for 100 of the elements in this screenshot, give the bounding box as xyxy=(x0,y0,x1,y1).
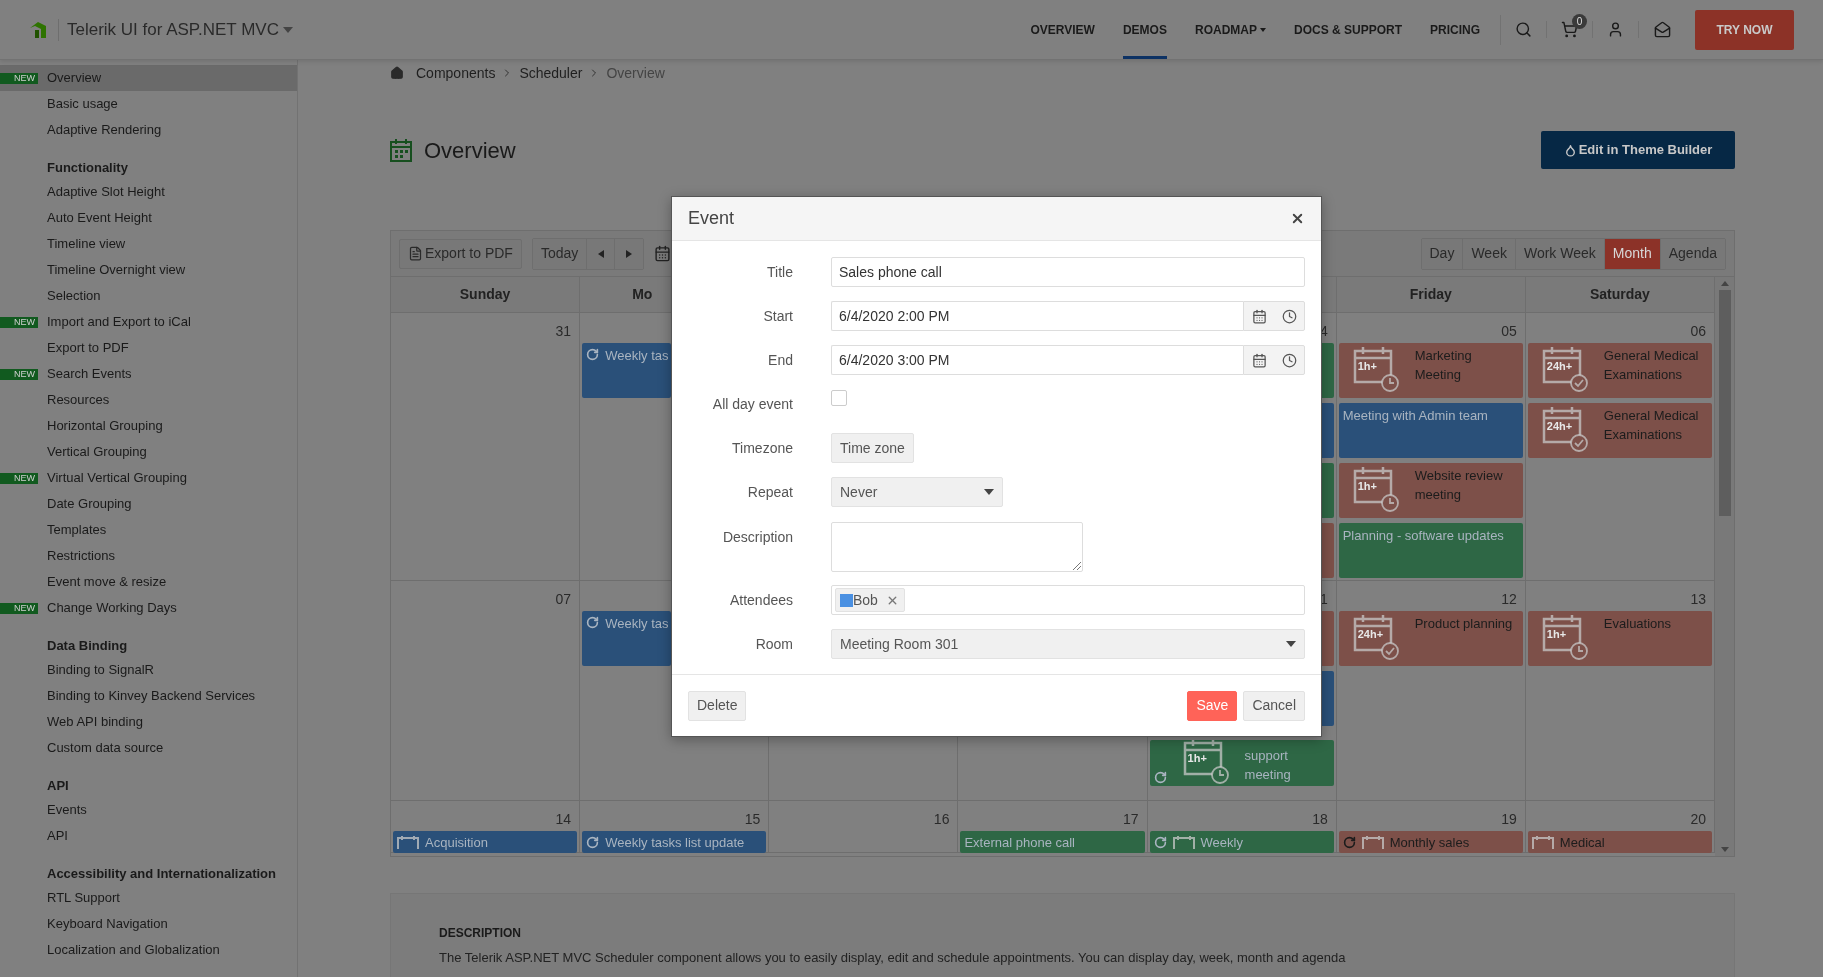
event-block[interactable]: Weekly tas xyxy=(582,611,672,666)
sidebar-item[interactable]: Selection xyxy=(0,283,297,309)
close-icon[interactable] xyxy=(1290,211,1305,226)
datetime-field[interactable]: 6/4/2020 3:00 PM xyxy=(831,345,1243,375)
sidebar-item[interactable]: Adaptive Rendering xyxy=(0,117,297,143)
cancel-button[interactable]: Cancel xyxy=(1243,690,1305,721)
event-block[interactable]: 1h+ support meeting xyxy=(1149,740,1334,786)
checkbox[interactable] xyxy=(831,390,847,406)
sidebar-item[interactable]: Vertical Grouping xyxy=(0,439,297,465)
event-block[interactable]: 1h+ Marketing Meeting xyxy=(1338,343,1523,398)
view-tab[interactable]: Month xyxy=(1604,238,1661,269)
sidebar-item[interactable]: Basic usage xyxy=(0,91,297,117)
nav-link[interactable]: DEMOS xyxy=(1122,0,1167,59)
sidebar-item[interactable]: Events xyxy=(0,797,297,823)
title-field[interactable]: Sales phone call xyxy=(831,257,1305,287)
delete-button[interactable]: Delete xyxy=(688,690,747,721)
sidebar-item[interactable]: Binding to SignalR xyxy=(0,657,297,683)
theme-builder-button[interactable]: Edit in Theme Builder xyxy=(1541,131,1735,169)
scrollbar-thumb[interactable] xyxy=(1718,290,1731,516)
cart-count: 0 xyxy=(1572,14,1587,29)
caret-icon xyxy=(282,26,293,33)
date-number: 19 xyxy=(1501,812,1517,826)
sidebar-item[interactable]: Restrictions xyxy=(0,543,297,569)
cart-icon[interactable] xyxy=(1561,21,1578,38)
right-arrow-icon xyxy=(626,249,633,258)
export-pdf-button[interactable]: Export to PDF xyxy=(399,238,522,269)
recurrence-icon xyxy=(1153,771,1167,784)
sidebar-item[interactable]: Auto Event Height xyxy=(0,205,297,231)
nav-link[interactable]: PRICING xyxy=(1430,0,1480,59)
clock-icon[interactable] xyxy=(1281,308,1297,324)
sidebar-item[interactable]: Keyboard Navigation xyxy=(0,911,297,937)
sidebar-item[interactable]: NEW Virtual Vertical Grouping xyxy=(0,465,297,491)
nav-link[interactable]: ROADMAP xyxy=(1194,0,1266,59)
sidebar-item[interactable]: NEW Change Working Days xyxy=(0,595,297,621)
nav-link[interactable]: DOCS & SUPPORT xyxy=(1293,0,1402,59)
sidebar-item[interactable]: Resources xyxy=(0,387,297,413)
sidebar-item[interactable]: Horizontal Grouping xyxy=(0,413,297,439)
calendar-icon[interactable] xyxy=(654,245,672,262)
duration-label: 1h+ xyxy=(1187,753,1207,764)
field-label: Timezone xyxy=(732,438,793,458)
search-icon[interactable] xyxy=(1515,21,1532,38)
breadcrumb-link[interactable]: Components xyxy=(416,62,496,84)
calendar-icon[interactable] xyxy=(1251,352,1267,368)
sidebar-item[interactable]: Localization and Globalization xyxy=(0,937,297,963)
event-block[interactable]: Acquisition xyxy=(393,831,578,853)
recurrence-icon xyxy=(1153,835,1167,849)
event-block[interactable]: 24h+ Product planning xyxy=(1338,611,1523,666)
dropdown[interactable]: Meeting Room 301 xyxy=(831,629,1305,659)
sidebar-item[interactable]: NEW Search Events xyxy=(0,361,297,387)
event-block[interactable]: Planning - software updates xyxy=(1338,523,1523,578)
sidebar-item[interactable]: Event move & resize xyxy=(0,569,297,595)
caret-icon xyxy=(1259,27,1266,32)
try-now-button[interactable]: TRY NOW xyxy=(1695,9,1794,50)
event-block[interactable]: Medical xyxy=(1527,831,1712,853)
event-block[interactable]: Weekly tas xyxy=(582,343,672,398)
sidebar-item[interactable]: RTL Support xyxy=(0,885,297,911)
event-block[interactable]: Weekly xyxy=(1149,831,1334,853)
event-block[interactable]: 1h+ Website review meeting xyxy=(1338,463,1523,518)
sidebar-item[interactable]: Timeline view xyxy=(0,231,297,257)
event-block[interactable]: Monthly sales xyxy=(1338,831,1523,853)
description-field[interactable] xyxy=(831,522,1083,572)
calendar-icon[interactable] xyxy=(1251,308,1267,324)
dropdown[interactable]: Never xyxy=(831,477,1003,507)
calendar-icon xyxy=(390,138,412,162)
sidebar-item[interactable]: Binding to Kinvey Backend Services xyxy=(0,683,297,709)
event-block[interactable]: Weekly tasks list update xyxy=(582,831,767,853)
timezone-button[interactable]: Time zone xyxy=(831,433,914,463)
event-block[interactable]: Meeting with Admin team xyxy=(1338,403,1523,458)
duration-label: 24h+ xyxy=(1546,421,1573,432)
resize-handle-icon[interactable] xyxy=(1073,562,1081,570)
datetime-field[interactable]: 6/4/2020 2:00 PM xyxy=(831,301,1243,331)
event-block[interactable]: 24h+ General Medical Examinations xyxy=(1527,343,1712,398)
calendar-icon xyxy=(1172,835,1195,849)
sidebar-item[interactable]: Custom data source xyxy=(0,735,297,761)
home-icon[interactable] xyxy=(390,66,404,80)
sidebar-item[interactable]: Adaptive Slot Height xyxy=(0,179,297,205)
scrollbar[interactable] xyxy=(1715,277,1734,856)
save-button[interactable]: Save xyxy=(1187,690,1238,721)
date-number: 15 xyxy=(744,812,761,826)
sidebar-item[interactable]: Templates xyxy=(0,517,297,543)
event-block[interactable]: 24h+ General Medical Examinations xyxy=(1527,403,1712,458)
event-block[interactable]: 1h+ Evaluations xyxy=(1527,611,1712,666)
sidebar-item[interactable]: Timeline Overnight view xyxy=(0,257,297,283)
sidebar-item[interactable]: Date Grouping xyxy=(0,491,297,517)
mail-icon[interactable] xyxy=(1653,21,1671,38)
event-block[interactable]: External phone call xyxy=(960,831,1145,853)
product-menu[interactable]: Telerik UI for ASP.NET MVC xyxy=(67,16,293,43)
sidebar-item[interactable]: Export to PDF xyxy=(0,335,297,361)
attendees-field[interactable]: Bob xyxy=(831,585,1305,615)
sidebar-item[interactable]: Web API binding xyxy=(0,709,297,735)
nav-link[interactable]: OVERVIEW xyxy=(1030,0,1095,59)
user-icon[interactable] xyxy=(1607,21,1624,38)
sidebar-item[interactable]: NEW Overview xyxy=(0,65,297,91)
sidebar-heading: Functionality xyxy=(47,158,128,177)
clock-icon[interactable] xyxy=(1281,352,1297,368)
breadcrumb-link[interactable]: Overview xyxy=(606,62,665,84)
sidebar-item[interactable]: NEW Import and Export to iCal xyxy=(0,309,297,335)
breadcrumb-link[interactable]: Scheduler xyxy=(519,62,583,84)
attendee-tag[interactable]: Bob xyxy=(835,588,905,612)
sidebar-item[interactable]: API xyxy=(0,823,297,849)
